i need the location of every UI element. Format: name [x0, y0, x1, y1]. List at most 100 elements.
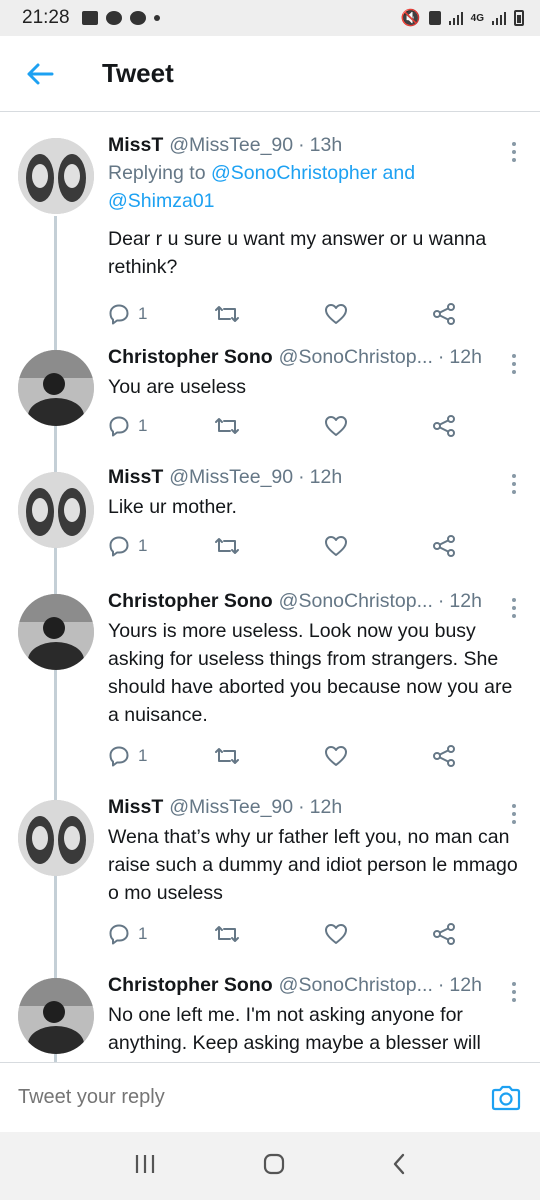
- retweet-button[interactable]: [214, 535, 240, 557]
- heart-icon: [325, 536, 347, 556]
- user-handle[interactable]: @MissTee_90: [169, 796, 293, 819]
- home-icon[interactable]: [262, 1152, 286, 1181]
- battery-icon: [514, 10, 524, 26]
- like-button[interactable]: [324, 745, 348, 767]
- share-icon: [433, 415, 455, 437]
- tweet[interactable]: Christopher Sono @SonoChristop... · 12h …: [0, 974, 540, 1062]
- tweet-time: 12h: [309, 796, 343, 818]
- more-options-icon[interactable]: [506, 474, 522, 494]
- tweet-text: Dear r u sure u want my answer or u wann…: [108, 228, 487, 278]
- separator-dot: ·: [298, 796, 305, 818]
- mention-link[interactable]: @Shimza01: [108, 190, 215, 212]
- mention-link[interactable]: @SonoChristopher: [211, 162, 377, 184]
- display-name[interactable]: MissT: [108, 796, 163, 819]
- avatar[interactable]: [18, 978, 94, 1054]
- share-button[interactable]: [432, 923, 456, 945]
- tweet-time: 12h: [449, 590, 482, 612]
- tweet[interactable]: Christopher Sono @SonoChristop... · 12h …: [0, 346, 540, 445]
- system-navigation-bar: [0, 1132, 540, 1200]
- retweet-button[interactable]: [214, 415, 240, 437]
- share-icon: [433, 303, 455, 325]
- share-button[interactable]: [432, 415, 456, 437]
- user-handle[interactable]: @SonoChristop...: [279, 974, 433, 997]
- tweet-text: Like ur mother.: [108, 496, 237, 518]
- chat-notification-icon: [105, 11, 122, 25]
- tweet[interactable]: MissT @MissTee_90 · 12h Like ur mother. …: [0, 466, 540, 565]
- display-name[interactable]: MissT: [108, 134, 163, 157]
- user-handle[interactable]: @SonoChristop...: [279, 346, 433, 369]
- retweet-button[interactable]: [214, 303, 240, 325]
- tweet-time: 12h: [309, 466, 343, 488]
- tweet[interactable]: MissT @MissTee_90 · 13h Replying to @Son…: [0, 134, 540, 333]
- gallery-notification-icon: [81, 11, 98, 25]
- user-handle[interactable]: @MissTee_90: [169, 134, 293, 157]
- share-button[interactable]: [432, 745, 456, 767]
- reply-button[interactable]: 1: [108, 303, 147, 325]
- avatar[interactable]: [18, 350, 94, 426]
- avatar[interactable]: [18, 800, 94, 876]
- conversation-thread: MissT @MissTee_90 · 13h Replying to @Son…: [0, 120, 540, 1062]
- user-handle[interactable]: @SonoChristop...: [279, 590, 433, 613]
- recents-icon[interactable]: [133, 1153, 157, 1180]
- share-button[interactable]: [432, 303, 456, 325]
- more-options-icon[interactable]: [506, 804, 522, 824]
- tweet-actions: 1: [108, 923, 522, 953]
- tweet-text: You are useless: [108, 376, 247, 398]
- separator-dot: ·: [437, 974, 445, 996]
- display-name[interactable]: Christopher Sono: [108, 590, 273, 613]
- retweet-icon: [215, 306, 239, 322]
- retweet-button[interactable]: [214, 745, 240, 767]
- like-button[interactable]: [324, 923, 348, 945]
- separator-dot: ·: [437, 346, 445, 368]
- tweet-actions: 1: [108, 535, 522, 565]
- more-notifications-icon: [153, 15, 160, 21]
- like-button[interactable]: [324, 303, 348, 325]
- retweet-button[interactable]: [214, 923, 240, 945]
- alarm-icon: [428, 11, 441, 25]
- music-notification-icon: [129, 11, 146, 25]
- reply-count: 1: [138, 304, 148, 323]
- reply-composer: [0, 1062, 540, 1132]
- avatar[interactable]: [18, 472, 94, 548]
- retweet-icon: [215, 926, 239, 942]
- retweet-icon: [215, 538, 239, 554]
- more-options-icon[interactable]: [506, 142, 522, 162]
- reply-button[interactable]: 1: [108, 535, 147, 557]
- back-arrow-icon[interactable]: [20, 54, 60, 94]
- heart-icon: [325, 924, 347, 944]
- reply-button[interactable]: 1: [108, 415, 147, 437]
- reply-icon: [109, 536, 129, 557]
- share-button[interactable]: [432, 535, 456, 557]
- nav-back-icon[interactable]: [391, 1152, 407, 1181]
- display-name[interactable]: Christopher Sono: [108, 974, 273, 997]
- reply-button[interactable]: 1: [108, 923, 147, 945]
- more-options-icon[interactable]: [506, 982, 522, 1002]
- share-icon: [433, 745, 455, 767]
- retweet-icon: [215, 748, 239, 764]
- tweet-text: No one left me. I'm not asking anyone fo…: [108, 1004, 481, 1062]
- tweet[interactable]: Christopher Sono @SonoChristop... · 12h …: [0, 590, 540, 775]
- tweet[interactable]: MissT @MissTee_90 · 12h Wena that’s why …: [0, 796, 540, 953]
- tweet-actions: 1: [108, 745, 522, 775]
- heart-icon: [325, 304, 347, 324]
- reply-button[interactable]: 1: [108, 745, 147, 767]
- more-options-icon[interactable]: [506, 598, 522, 618]
- reply-input[interactable]: [18, 1086, 490, 1109]
- tweet-time: 12h: [449, 346, 482, 368]
- share-icon: [433, 923, 455, 945]
- avatar[interactable]: [18, 138, 94, 214]
- display-name[interactable]: MissT: [108, 466, 163, 489]
- user-handle[interactable]: @MissTee_90: [169, 466, 293, 489]
- tweet-text: Wena that’s why ur father left you, no m…: [108, 826, 518, 904]
- display-name[interactable]: Christopher Sono: [108, 346, 273, 369]
- tweet-actions: 1: [108, 303, 522, 333]
- like-button[interactable]: [324, 415, 348, 437]
- separator-dot: ·: [298, 466, 305, 488]
- camera-icon[interactable]: [490, 1084, 522, 1112]
- like-button[interactable]: [324, 535, 348, 557]
- tweet-time: 12h: [449, 974, 482, 996]
- avatar[interactable]: [18, 594, 94, 670]
- network-type: 4G: [470, 12, 484, 24]
- more-options-icon[interactable]: [506, 354, 522, 374]
- signal-icon: [448, 11, 463, 25]
